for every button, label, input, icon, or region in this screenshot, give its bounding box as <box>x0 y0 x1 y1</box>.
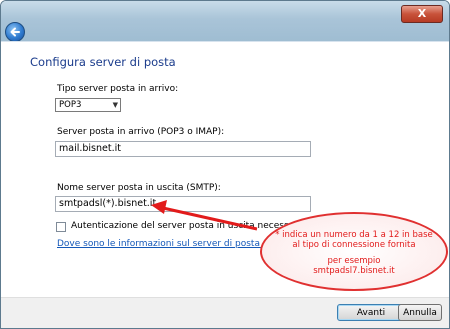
cancel-button[interactable]: Annulla <box>398 304 442 321</box>
dialog-window: X Configura server di posta Tipo server … <box>0 0 450 329</box>
next-button[interactable]: Avanti <box>337 304 405 321</box>
footer-bar: Avanti Annulla <box>1 297 449 328</box>
arrow-icon <box>151 200 258 231</box>
